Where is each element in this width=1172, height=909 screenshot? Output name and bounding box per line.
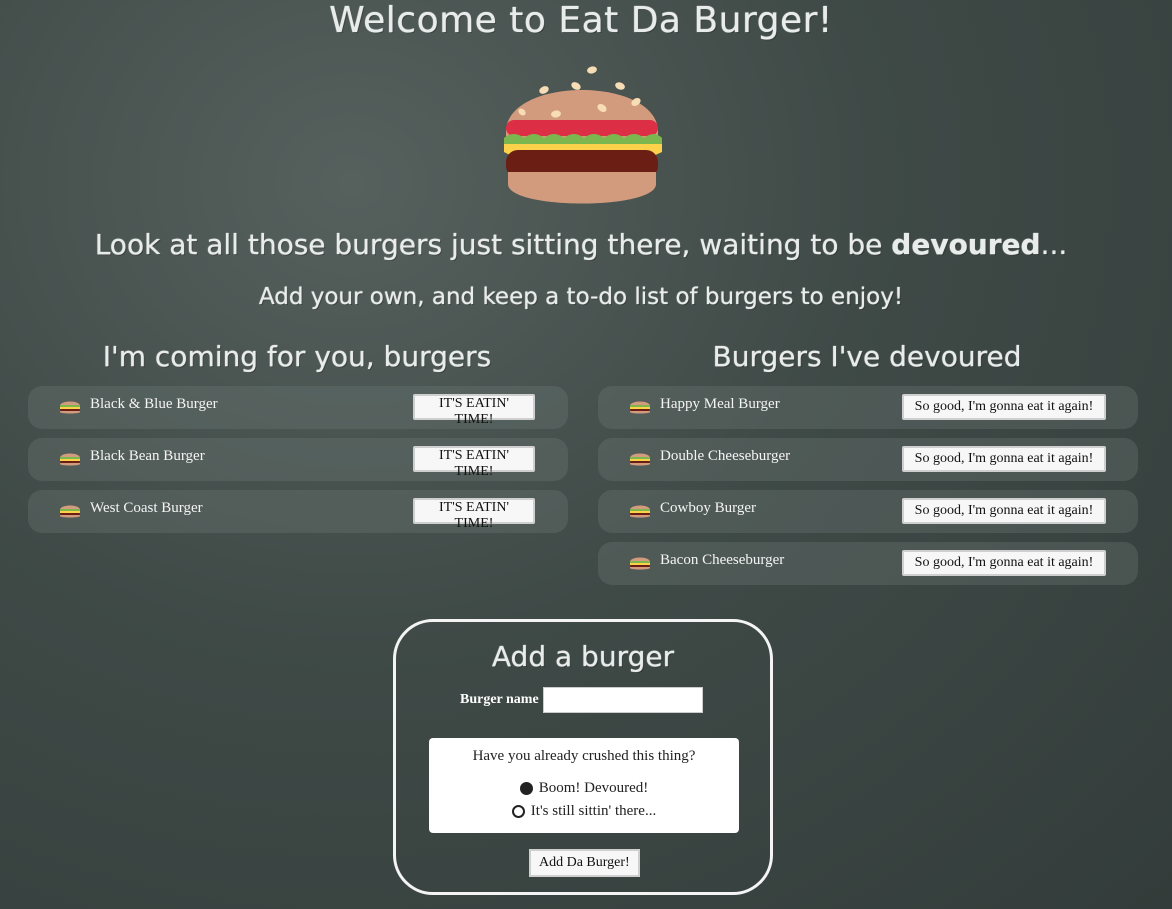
burger-name-input[interactable] (543, 687, 703, 713)
form-title: Add a burger (491, 640, 675, 673)
hamburger-icon (630, 505, 650, 518)
devoured-item: Happy Meal Burger So good, I'm gonna eat … (598, 386, 1138, 429)
to-eat-heading: I'm coming for you, burgers (102, 340, 492, 373)
eat-again-button[interactable]: So good, I'm gonna eat it again! (902, 550, 1106, 576)
burger-name: Black & Blue Burger (90, 396, 218, 412)
devoured-item: Double Cheeseburger So good, I'm gonna ea… (598, 438, 1138, 481)
to-eat-item: West Coast Burger IT'S EATIN' TIME! (28, 490, 568, 533)
devoured-list: Happy Meal Burger So good, I'm gonna eat … (598, 386, 1138, 594)
radio-waiting-label: It's still sittin' there... (530, 803, 657, 819)
hamburger-icon (60, 401, 80, 414)
burger-name: Bacon Cheeseburger (660, 552, 785, 568)
devour-button[interactable]: IT'S EATIN' TIME! (413, 394, 535, 427)
burger-name-label: Burger name (460, 692, 539, 707)
devour-button[interactable]: IT'S EATIN' TIME! (413, 498, 535, 531)
to-eat-list: Black & Blue Burger IT'S EATIN' TIME! Blac… (28, 386, 568, 542)
burger-name: Black Bean Burger (90, 448, 205, 464)
to-eat-item: Black & Blue Burger IT'S EATIN' TIME! (28, 386, 568, 429)
eat-again-button[interactable]: So good, I'm gonna eat it again! (902, 394, 1106, 420)
devoured-item: Cowboy Burger So good, I'm gonna eat it a… (598, 490, 1138, 533)
radio-option-devoured[interactable]: Boom! Devoured! (429, 780, 739, 797)
hamburger-icon (504, 66, 662, 204)
hamburger-icon (630, 401, 650, 414)
burger-name: Happy Meal Burger (660, 396, 780, 412)
eat-again-button[interactable]: So good, I'm gonna eat it again! (902, 446, 1106, 472)
devoured-radio-group: Have you already crushed this thing? Boo… (429, 738, 739, 833)
hamburger-icon (60, 505, 80, 518)
burger-name: Cowboy Burger (660, 500, 756, 516)
burger-name: West Coast Burger (90, 500, 203, 516)
radio-question: Have you already crushed this thing? (472, 748, 696, 764)
add-burger-button[interactable]: Add Da Burger! (529, 849, 640, 877)
subtitle: Look at all those burgers just sitting t… (0, 228, 1162, 261)
subtitle-emphasis: devoured (891, 228, 1041, 261)
devour-button[interactable]: IT'S EATIN' TIME! (413, 446, 535, 479)
devoured-heading: Burgers I've devoured (712, 340, 1022, 373)
subtitle-ellipsis: ... (1040, 228, 1068, 261)
radio-option-waiting[interactable]: It's still sittin' there... (429, 803, 739, 820)
to-eat-item: Black Bean Burger IT'S EATIN' TIME! (28, 438, 568, 481)
eat-again-button[interactable]: So good, I'm gonna eat it again! (902, 498, 1106, 524)
radio-devoured-label: Boom! Devoured! (538, 780, 649, 796)
page-title: Welcome to Eat Da Burger! (329, 0, 833, 41)
burger-name: Double Cheeseburger (660, 448, 791, 464)
tagline: Add your own, and keep a to-do list of b… (258, 284, 904, 310)
add-burger-form: Add a burger Burger name Have you alread… (393, 619, 773, 895)
radio-unchecked-icon[interactable] (511, 805, 525, 818)
subtitle-text: Look at all those burgers just sitting t… (94, 228, 892, 261)
hamburger-icon (630, 453, 650, 466)
hamburger-icon (630, 557, 650, 570)
devoured-item: Bacon Cheeseburger So good, I'm gonna eat… (598, 542, 1138, 585)
hamburger-icon (60, 453, 80, 466)
radio-checked-icon[interactable] (519, 782, 533, 795)
